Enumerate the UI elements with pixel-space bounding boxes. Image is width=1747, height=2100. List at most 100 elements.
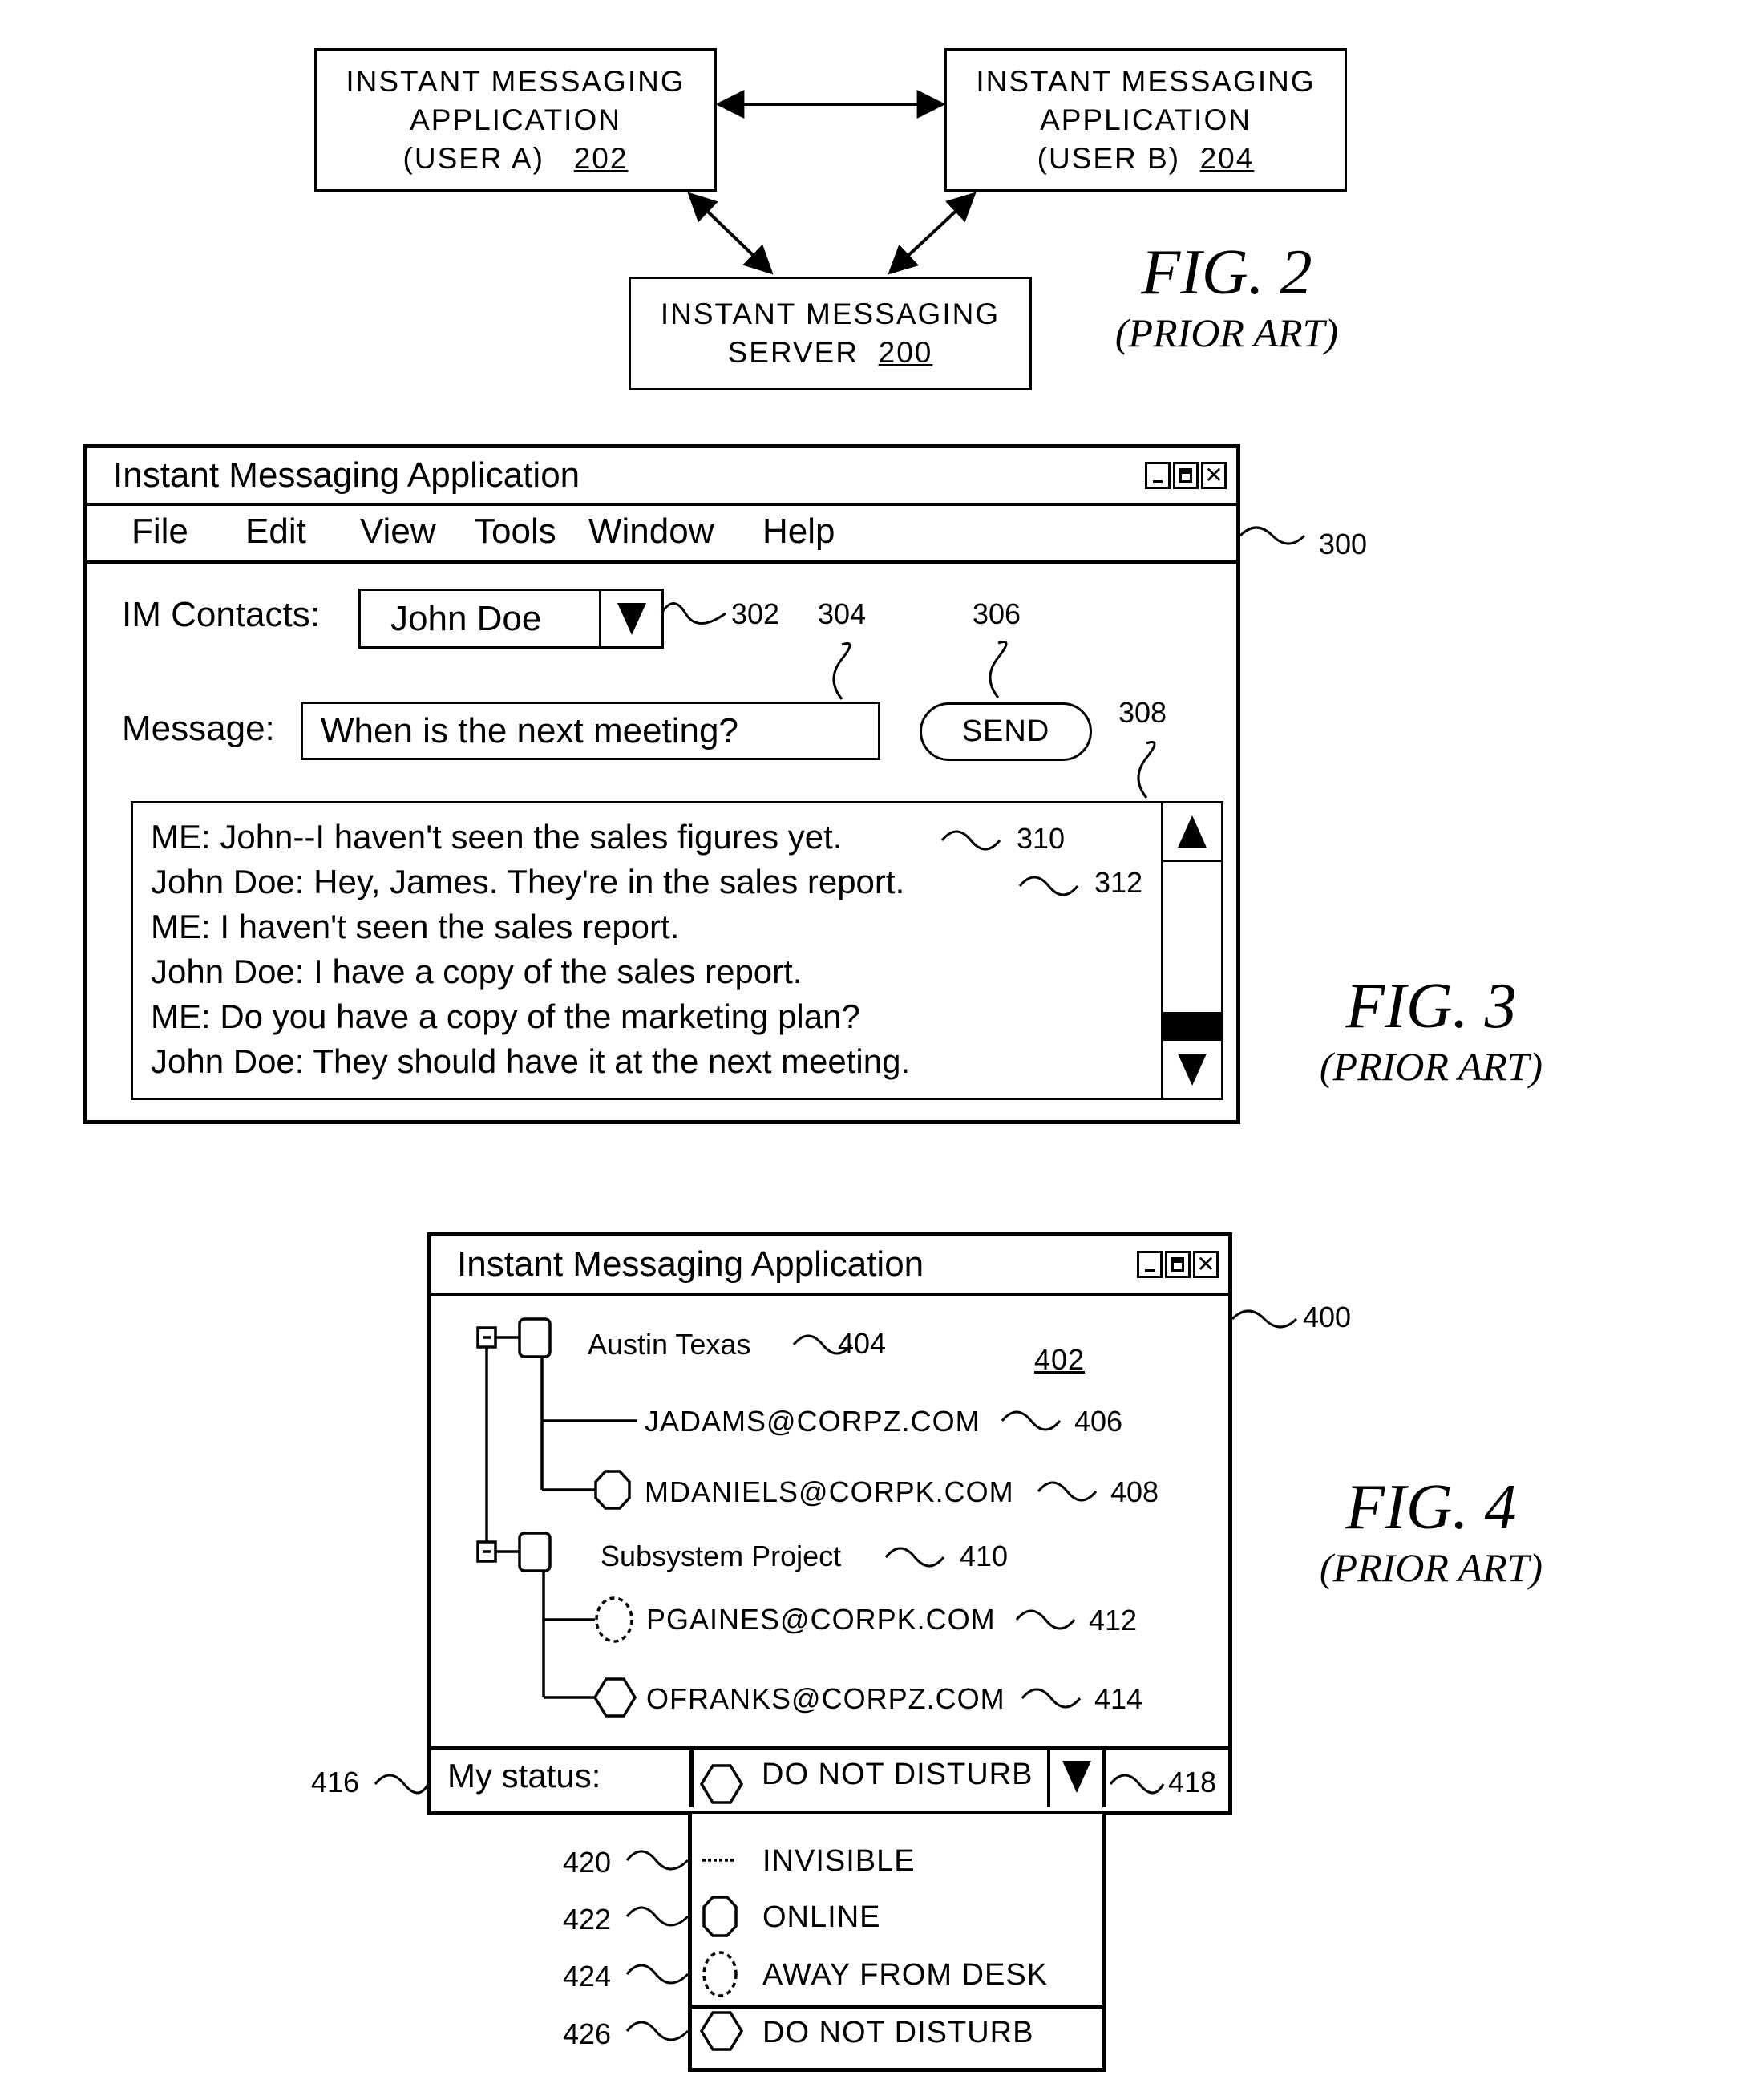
box-b-ref: 204 <box>1199 141 1255 175</box>
fig3-window-controls: ✕ <box>1145 462 1227 489</box>
status-options-list: INVISIBLE ONLINE AWAY FROM DESK DO NOT D… <box>688 1814 1106 2072</box>
message-value: When is the next meeting? <box>321 710 738 751</box>
ref-304: 304 <box>818 597 867 630</box>
server-label: SERVER <box>727 336 859 369</box>
ref-418: 418 <box>1168 1766 1217 1799</box>
group-subsystem-project[interactable]: Subsystem Project <box>601 1540 841 1573</box>
im-application-user-b-box: INSTANT MESSAGING APPLICATION (USER B) 2… <box>944 48 1347 192</box>
message-input[interactable]: When is the next meeting? <box>301 702 880 760</box>
ref-412: 412 <box>1089 1604 1138 1637</box>
ref-404: 404 <box>838 1327 887 1360</box>
leader-426 <box>625 2021 689 2041</box>
scroll-up-button[interactable] <box>1163 803 1221 862</box>
fig4-subtitle: (PRIOR ART) <box>1319 1545 1543 1590</box>
option-do-not-disturb[interactable]: DO NOT DISTURB <box>762 2016 1033 2050</box>
chat-line: ME: I haven't seen the sales report. <box>151 908 680 945</box>
option-invisible[interactable]: INVISIBLE <box>762 1844 916 1879</box>
contacts-dropdown[interactable]: John Doe <box>358 589 664 649</box>
fig3-window-title: Instant Messaging Application <box>113 455 580 495</box>
fig2-title: FIG. 2 <box>1141 237 1312 308</box>
chat-line: ME: Do you have a copy of the marketing … <box>151 997 860 1035</box>
status-dropdown[interactable]: DO NOT DISTURB <box>689 1746 1106 1807</box>
chat-scrollbar[interactable] <box>1161 803 1221 1098</box>
im-application-user-a-box: INSTANT MESSAGING APPLICATION (USER A) 2… <box>314 48 717 192</box>
group-austin-texas[interactable]: Austin Texas <box>588 1328 750 1362</box>
menu-view[interactable]: View <box>360 512 436 552</box>
ref-408: 408 <box>1110 1475 1159 1508</box>
arrow-b-server <box>888 192 977 275</box>
scroll-down-button[interactable] <box>1163 1042 1221 1098</box>
fig4-im-window: Instant Messaging Application ✕ Austin T… <box>427 1232 1232 1815</box>
menu-file[interactable]: File <box>131 512 188 552</box>
ref-302: 302 <box>731 597 780 630</box>
close-icon[interactable]: ✕ <box>1201 462 1227 489</box>
contact-mdaniels[interactable]: MDANIELS@CORPK.COM <box>645 1475 1014 1509</box>
close-icon[interactable]: ✕ <box>1193 1251 1219 1278</box>
chat-line: John Doe: They should have it at the nex… <box>151 1042 911 1080</box>
fig2-subtitle: (PRIOR ART) <box>1114 310 1339 355</box>
arrow-a-server <box>687 192 774 275</box>
maximize-icon[interactable] <box>1173 462 1199 489</box>
contact-ofranks[interactable]: OFRANKS@CORPZ.COM <box>646 1682 1005 1716</box>
ref-308: 308 <box>1118 696 1167 729</box>
leader-300 <box>1239 526 1306 545</box>
fig4-window-title: Instant Messaging Application <box>457 1244 924 1284</box>
box-b-user: (USER B) <box>1037 141 1181 175</box>
maximize-icon[interactable] <box>1165 1251 1191 1278</box>
contact-pgaines[interactable]: PGAINES@CORPK.COM <box>646 1603 996 1637</box>
leader-416 <box>374 1774 430 1795</box>
contact-jadams[interactable]: JADAMS@CORPZ.COM <box>645 1405 981 1438</box>
ref-426: 426 <box>563 2017 612 2050</box>
option-divider <box>692 2005 1102 2009</box>
ref-410: 410 <box>960 1540 1009 1572</box>
box-b-line-3: (USER B) 204 <box>1037 140 1255 178</box>
contacts-label: IM Contacts: <box>122 595 320 634</box>
ref-420: 420 <box>563 1846 612 1879</box>
server-ref: 200 <box>878 336 933 369</box>
status-dropdown-arrow[interactable] <box>1047 1746 1102 1807</box>
ref-416: 416 <box>311 1766 360 1799</box>
ref-300: 300 <box>1319 528 1368 560</box>
ref-310: 310 <box>1017 822 1066 855</box>
server-line-2: SERVER 200 <box>728 334 933 372</box>
option-online[interactable]: ONLINE <box>762 1900 880 1935</box>
menu-tools[interactable]: Tools <box>474 512 556 552</box>
box-a-line-1: INSTANT MESSAGING <box>346 64 685 98</box>
minimize-icon[interactable] <box>1137 1251 1163 1278</box>
server-line-1: INSTANT MESSAGING <box>660 297 1001 330</box>
fig3-title-bar: Instant Messaging Application ✕ <box>87 448 1236 506</box>
leader-422 <box>625 1906 689 1927</box>
ref-406: 406 <box>1074 1405 1123 1438</box>
ref-306: 306 <box>973 597 1021 630</box>
scroll-thumb[interactable] <box>1163 1012 1221 1041</box>
message-label: Message: <box>122 709 275 748</box>
ref-422: 422 <box>563 1903 612 1936</box>
box-a-line-2: APPLICATION <box>410 103 621 136</box>
menu-help[interactable]: Help <box>762 512 835 552</box>
box-a-user: (USER A) <box>402 141 544 175</box>
leader-400 <box>1231 1309 1298 1329</box>
contacts-dropdown-arrow[interactable] <box>599 591 661 646</box>
chevron-down-icon <box>1062 1761 1091 1793</box>
box-a-line-3: (USER A) 202 <box>403 140 629 178</box>
fig4-window-controls: ✕ <box>1137 1251 1219 1278</box>
ref-402: 402 <box>1034 1343 1086 1376</box>
my-status-label: My status: <box>447 1757 601 1795</box>
option-away-from-desk[interactable]: AWAY FROM DESK <box>762 1958 1048 1993</box>
fig4-caption: FIG. 4 (PRIOR ART) <box>1275 1471 1587 1592</box>
fig3-subtitle: (PRIOR ART) <box>1319 1044 1543 1089</box>
chat-line: John Doe: I have a copy of the sales rep… <box>151 953 803 990</box>
fig4-title: FIG. 4 <box>1345 1472 1517 1543</box>
menu-window[interactable]: Window <box>588 512 714 552</box>
fig3-title: FIG. 3 <box>1345 971 1517 1042</box>
minimize-icon[interactable] <box>1145 462 1171 489</box>
leader-424 <box>625 1964 689 1985</box>
fig3-menu-bar: File Edit View Tools Window Help <box>87 503 1236 564</box>
menu-edit[interactable]: Edit <box>245 512 306 552</box>
im-server-box: INSTANT MESSAGING SERVER 200 <box>629 277 1032 390</box>
status-value: DO NOT DISTURB <box>762 1758 1033 1791</box>
arrow-down-icon <box>1178 1054 1207 1086</box>
send-button[interactable]: SEND <box>920 702 1092 761</box>
ref-424: 424 <box>563 1960 612 1993</box>
fig3-caption: FIG. 3 (PRIOR ART) <box>1275 970 1587 1090</box>
